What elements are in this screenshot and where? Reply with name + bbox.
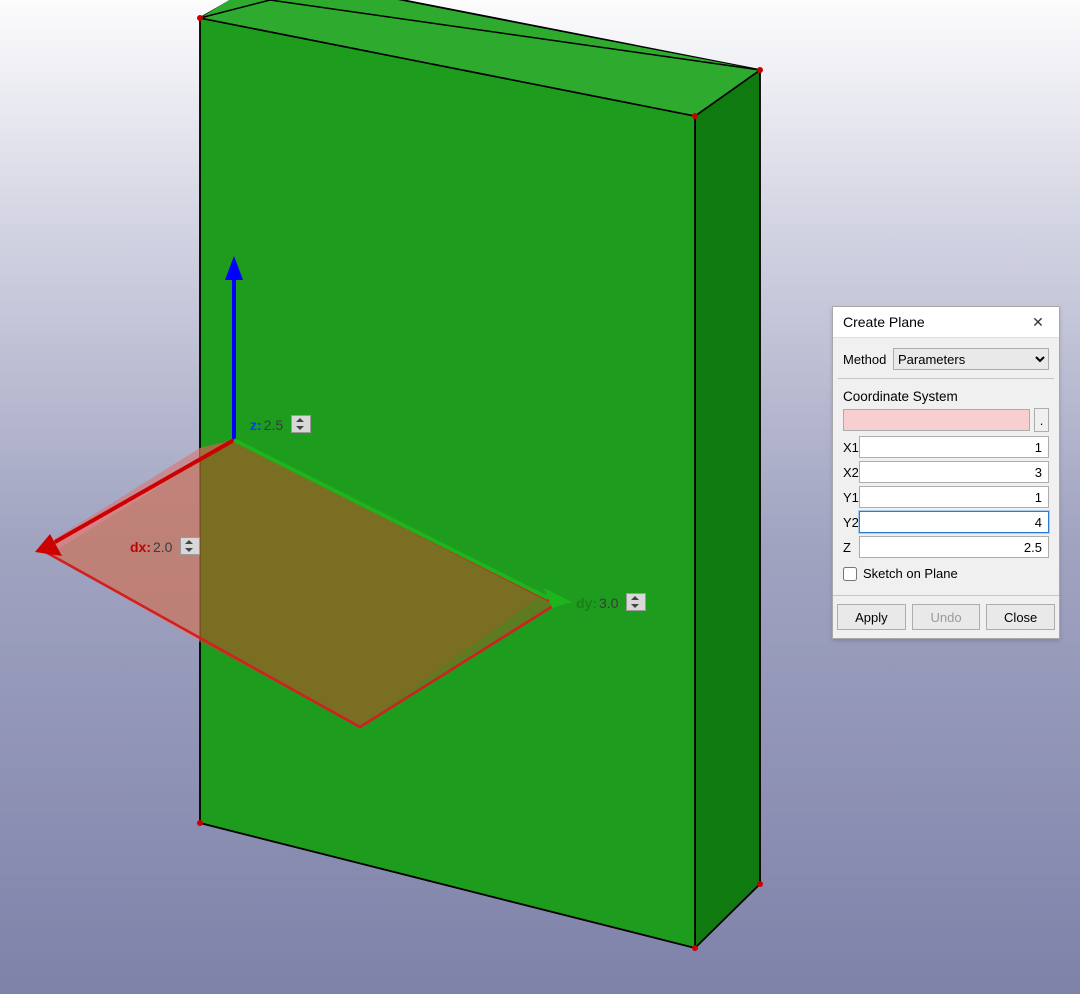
- param-y1-input[interactable]: [859, 486, 1049, 508]
- close-button[interactable]: Close: [986, 604, 1055, 630]
- vertex-dot: [692, 113, 698, 119]
- close-icon[interactable]: ✕: [1023, 310, 1053, 334]
- separator: [838, 378, 1054, 379]
- coord-system-picker-button[interactable]: .: [1034, 408, 1049, 432]
- dialog-titlebar[interactable]: Create Plane ✕: [833, 307, 1059, 338]
- coord-system-label: Coordinate System: [843, 389, 1049, 404]
- method-label: Method: [843, 352, 893, 367]
- dialog-title: Create Plane: [843, 314, 925, 330]
- viewport-3d[interactable]: z:2.5 dx:2.0 dy:3.0 Create Plane ✕ Metho…: [0, 0, 1080, 994]
- vertex-dot: [757, 881, 763, 887]
- vertex-dot: [757, 67, 763, 73]
- coord-system-input[interactable]: [843, 409, 1030, 431]
- create-plane-dialog: Create Plane ✕ Method Parameters Coordin…: [832, 306, 1060, 639]
- undo-button[interactable]: Undo: [912, 604, 981, 630]
- sketch-on-plane-checkbox[interactable]: [843, 567, 857, 581]
- param-y2-label: Y2: [843, 515, 859, 530]
- dialog-body: Method Parameters Coordinate System . X1…: [833, 338, 1059, 595]
- vertex-dot: [197, 15, 203, 21]
- param-z-input[interactable]: [859, 536, 1049, 558]
- dialog-button-bar: Apply Undo Close: [833, 595, 1059, 638]
- box-side-face: [695, 70, 760, 948]
- param-y1-label: Y1: [843, 490, 859, 505]
- param-y2-input[interactable]: [859, 511, 1049, 533]
- apply-button[interactable]: Apply: [837, 604, 906, 630]
- param-z-label: Z: [843, 540, 859, 555]
- method-select[interactable]: Parameters: [893, 348, 1049, 370]
- param-x2-label: X2: [843, 465, 859, 480]
- sketch-on-plane-label: Sketch on Plane: [863, 566, 958, 581]
- param-x1-input[interactable]: [859, 436, 1049, 458]
- vertex-dot: [197, 820, 203, 826]
- param-x1-label: X1: [843, 440, 859, 455]
- param-x2-input[interactable]: [859, 461, 1049, 483]
- vertex-dot: [692, 945, 698, 951]
